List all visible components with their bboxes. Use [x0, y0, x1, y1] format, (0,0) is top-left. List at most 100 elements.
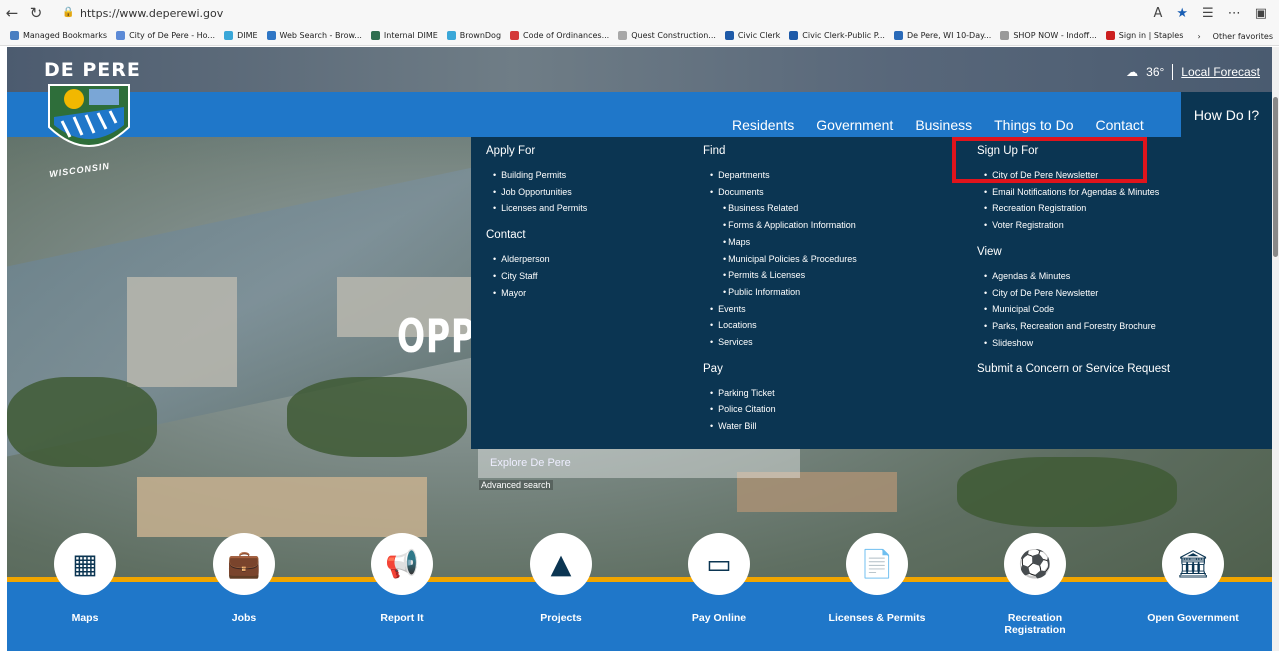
quick-link-recreation-registration[interactable]: ⚽ Recreation Registration: [980, 533, 1090, 636]
menu-heading-contact: Contact: [486, 229, 526, 242]
favorite-star-icon[interactable]: ★: [1176, 6, 1188, 21]
menu-link-email-notifications-for-agendas-minutes[interactable]: Email Notifications for Agendas & Minute…: [977, 184, 1170, 201]
map-icon[interactable]: ▦: [54, 533, 116, 595]
bookmarks-chevron-icon[interactable]: ›: [1197, 32, 1200, 41]
nav-government[interactable]: Government: [816, 117, 893, 133]
quick-link-label: Projects: [540, 612, 582, 624]
main-navigation: Residents Government Business Things to …: [732, 117, 1166, 133]
weather-widget: ☁ 36° Local Forecast: [1126, 64, 1260, 80]
favorites-list-icon[interactable]: ☰: [1202, 6, 1214, 21]
menu-link-services[interactable]: Services: [703, 334, 857, 351]
menu-link-slideshow[interactable]: Slideshow: [977, 335, 1170, 352]
menu-link-municipal-policies-procedures[interactable]: Municipal Policies & Procedures: [703, 251, 857, 268]
menu-link-job-opportunities[interactable]: Job Opportunities: [486, 184, 587, 201]
scrollbar-thumb[interactable]: [1273, 97, 1278, 257]
menu-link-parking-ticket[interactable]: Parking Ticket: [703, 385, 857, 402]
sidebar-toggle-icon[interactable]: ▣: [1255, 6, 1267, 21]
browser-toolbar: ← ↻ 🔒 https://www.deperewi.gov A ★ ☰ ⋯ ▣: [0, 0, 1279, 26]
advanced-search-link[interactable]: Advanced search: [479, 480, 553, 490]
menu-link-locations[interactable]: Locations: [703, 317, 857, 334]
bookmark-civic-clerk-public-p[interactable]: Civic Clerk-Public P...: [789, 31, 885, 40]
menu-link-permits-licenses[interactable]: Permits & Licenses: [703, 267, 857, 284]
quick-link-jobs[interactable]: 💼 Jobs: [189, 533, 299, 624]
menu-link-recreation-registration[interactable]: Recreation Registration: [977, 200, 1170, 217]
site-search-input[interactable]: Explore De Pere: [478, 449, 800, 478]
tree-photo: [957, 457, 1177, 527]
menu-link-documents[interactable]: Documents: [703, 184, 857, 201]
bookmark-civic-clerk[interactable]: Civic Clerk: [724, 31, 780, 40]
lock-icon: 🔒: [62, 7, 75, 18]
local-forecast-link[interactable]: Local Forecast: [1181, 65, 1260, 79]
bookmark-code-of-ordinances[interactable]: Code of Ordinances...: [510, 31, 609, 40]
back-arrow-icon[interactable]: ←: [0, 2, 24, 24]
quick-link-report-it[interactable]: 📢 Report It: [347, 533, 457, 624]
menu-heading-pay: Pay: [703, 362, 723, 375]
quick-link-label: Recreation Registration: [1004, 612, 1066, 636]
seal-state-text: WISCONSIN: [48, 160, 111, 180]
tree-photo: [287, 377, 467, 457]
bookmark-sign-in-staples[interactable]: Sign in | Staples: [1105, 31, 1184, 40]
menu-link-business-related[interactable]: Business Related: [703, 200, 857, 217]
menu-column-apply-contact: Apply For Building PermitsJob Opportunit…: [486, 145, 587, 313]
city-seal-logo[interactable]: [44, 77, 134, 157]
bookmark-shop-now-indoff[interactable]: SHOP NOW - Indoff...: [1000, 31, 1097, 40]
menu-link-city-staff[interactable]: City Staff: [486, 268, 587, 285]
menu-link-maps[interactable]: Maps: [703, 234, 857, 251]
bookmark-city-of-de-pere-ho[interactable]: City of De Pere - Ho...: [116, 31, 215, 40]
bookmark-favicon-icon: [266, 31, 276, 40]
bookmark-label: City of De Pere - Ho...: [129, 31, 216, 40]
bookmark-label: Quest Construction...: [631, 31, 716, 40]
menu-link-mayor[interactable]: Mayor: [486, 285, 587, 302]
bookmark-label: Sign in | Staples: [1118, 31, 1184, 40]
document-icon[interactable]: 📄: [846, 533, 908, 595]
refresh-icon[interactable]: ↻: [24, 2, 48, 24]
nav-contact[interactable]: Contact: [1096, 117, 1144, 133]
address-bar[interactable]: 🔒 https://www.deperewi.gov: [62, 3, 1153, 23]
credit-card-icon[interactable]: ▭: [688, 533, 750, 595]
quick-link-pay-online[interactable]: ▭ Pay Online: [664, 533, 774, 624]
menu-link-police-citation[interactable]: Police Citation: [703, 401, 857, 418]
bookmark-de-pere-wi-10-day[interactable]: De Pere, WI 10-Day...: [893, 31, 991, 40]
menu-link-municipal-code[interactable]: Municipal Code: [977, 301, 1170, 318]
nav-business[interactable]: Business: [915, 117, 972, 133]
menu-link-building-permits[interactable]: Building Permits: [486, 167, 587, 184]
quick-link-licenses-permits[interactable]: 📄 Licenses & Permits: [822, 533, 932, 624]
menu-link-voter-registration[interactable]: Voter Registration: [977, 217, 1170, 234]
nav-things-to-do[interactable]: Things to Do: [994, 117, 1073, 133]
menu-link-events[interactable]: Events: [703, 301, 857, 318]
menu-link-public-information[interactable]: Public Information: [703, 284, 857, 301]
nav-how-do-i[interactable]: How Do I?: [1181, 92, 1272, 137]
quick-link-projects[interactable]: ▲ Projects: [506, 533, 616, 624]
traffic-cone-icon[interactable]: ▲: [530, 533, 592, 595]
bookmark-quest-construction[interactable]: Quest Construction...: [618, 31, 716, 40]
bookmark-dime[interactable]: DIME: [224, 31, 258, 40]
soccer-ball-icon[interactable]: ⚽: [1004, 533, 1066, 595]
menu-heading-apply-for: Apply For: [486, 145, 536, 157]
read-aloud-icon[interactable]: A: [1153, 6, 1162, 21]
menu-link-agendas-minutes[interactable]: Agendas & Minutes: [977, 268, 1170, 285]
menu-link-city-of-de-pere-newsletter[interactable]: City of De Pere Newsletter: [977, 285, 1170, 302]
more-menu-icon[interactable]: ⋯: [1228, 6, 1241, 21]
menu-link-water-bill[interactable]: Water Bill: [703, 418, 857, 435]
menu-link-departments[interactable]: Departments: [703, 167, 857, 184]
menu-link-alderperson[interactable]: Alderperson: [486, 251, 587, 268]
menu-column-find-pay: Find DepartmentsDocumentsBusiness Relate…: [703, 145, 857, 447]
other-favorites-folder[interactable]: Other favorites: [1213, 32, 1273, 41]
bookmark-favicon-icon: [1105, 31, 1115, 40]
menu-link-forms-application-information[interactable]: Forms & Application Information: [703, 217, 857, 234]
bookmark-browndog[interactable]: BrownDog: [446, 31, 501, 40]
submit-concern-link[interactable]: Submit a Concern or Service Request: [977, 363, 1170, 375]
megaphone-icon[interactable]: 📢: [371, 533, 433, 595]
bookmark-managed-bookmarks[interactable]: Managed Bookmarks: [10, 31, 107, 40]
nav-residents[interactable]: Residents: [732, 117, 794, 133]
page-scrollbar[interactable]: [1272, 47, 1279, 651]
bookmark-web-search-brow[interactable]: Web Search - Brow...: [266, 31, 362, 40]
menu-link-parks-recreation-and-forestry-brochure[interactable]: Parks, Recreation and Forestry Brochure: [977, 318, 1170, 335]
quick-link-open-government[interactable]: 🏛 Open Government: [1138, 533, 1248, 624]
government-building-icon[interactable]: 🏛: [1162, 533, 1224, 595]
menu-link-licenses-and-permits[interactable]: Licenses and Permits: [486, 200, 587, 217]
briefcase-icon[interactable]: 💼: [213, 533, 275, 595]
bookmark-internal-dime[interactable]: Internal DIME: [370, 31, 438, 40]
quick-link-maps[interactable]: ▦ Maps: [30, 533, 140, 624]
bookmark-favicon-icon: [370, 31, 380, 40]
